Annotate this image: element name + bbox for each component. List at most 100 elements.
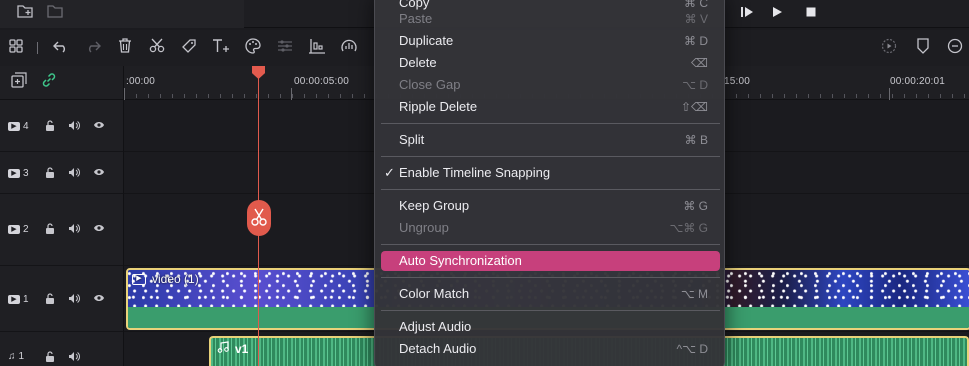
- track-header-video-2: ▶ 2: [0, 194, 124, 266]
- menu-separator: [381, 244, 720, 245]
- audio-clip-title: v1: [235, 341, 249, 356]
- track-label: ▶ 4: [8, 121, 29, 132]
- shield-icon[interactable]: [912, 38, 934, 58]
- eye-icon[interactable]: [92, 120, 106, 133]
- color-icon[interactable]: [242, 38, 264, 58]
- menu-separator: [381, 277, 720, 278]
- eye-icon[interactable]: [92, 223, 106, 236]
- speed-icon[interactable]: [338, 38, 360, 58]
- grid-icon[interactable]: [5, 38, 27, 58]
- track-number: 2: [23, 224, 29, 235]
- speaker-icon[interactable]: [67, 293, 81, 307]
- video-clip-title: video (1): [152, 272, 199, 286]
- audio-clip-icon: [217, 341, 229, 356]
- add-track-icon[interactable]: [8, 72, 30, 92]
- menu-item-label: Paste: [399, 11, 433, 26]
- track-number: 3: [23, 168, 29, 179]
- folder-icon[interactable]: [44, 3, 66, 23]
- speaker-icon[interactable]: [67, 351, 81, 365]
- menu-item-shortcut: ⌘ D: [684, 34, 708, 48]
- video-track-icon: ▶: [8, 169, 20, 178]
- video-track-icon: ▶: [8, 122, 20, 131]
- menu-separator: [381, 156, 720, 157]
- menu-item-shortcut: ⌥ D: [682, 78, 708, 92]
- stop-icon[interactable]: [800, 3, 822, 23]
- lock-icon[interactable]: [43, 351, 57, 365]
- track-header-audio-1: ♫ 1: [0, 332, 124, 366]
- menu-item-paste[interactable]: Paste ⌘ V: [381, 9, 720, 29]
- ruler-label-0: :00:00: [126, 76, 156, 87]
- menu-item-label: Ungroup: [399, 220, 449, 235]
- playhead-split-icon[interactable]: [247, 200, 271, 236]
- menu-item-shortcut: ⇧⌫: [680, 100, 708, 114]
- undo-icon[interactable]: [50, 38, 72, 58]
- menu-item-ungroup[interactable]: Ungroup ⌥⌘ G: [381, 218, 720, 238]
- text-icon[interactable]: [210, 38, 232, 58]
- menu-item-label: Enable Timeline Snapping: [399, 165, 551, 180]
- lock-icon[interactable]: [43, 167, 57, 181]
- new-folder-icon[interactable]: [14, 3, 36, 23]
- tag-icon[interactable]: [178, 38, 200, 58]
- link-icon[interactable]: [38, 72, 60, 92]
- lock-icon[interactable]: [43, 120, 57, 134]
- step-icon[interactable]: [736, 3, 758, 23]
- context-menu: Copy ⌘ C Paste ⌘ V Duplicate ⌘ D Delete …: [374, 0, 725, 366]
- speaker-icon[interactable]: [67, 223, 81, 237]
- menu-item-duplicate[interactable]: Duplicate ⌘ D: [381, 31, 720, 51]
- menu-item-shortcut: ⌘ B: [684, 133, 708, 147]
- redo-icon[interactable]: [82, 38, 104, 58]
- track-header-video-1: ▶ 1: [0, 266, 124, 332]
- menu-item-shortcut: ^⌥ D: [676, 342, 708, 356]
- media-panel-header: [0, 0, 244, 28]
- menu-separator: [381, 189, 720, 190]
- menu-item-shortcut: ⌥⌘ G: [669, 221, 709, 235]
- adjust-icon[interactable]: [274, 38, 296, 58]
- video-clip-header: ▶ video (1): [132, 272, 199, 286]
- menu-item-label: Auto Synchronization: [399, 253, 522, 268]
- eye-icon[interactable]: [92, 167, 106, 180]
- eye-icon[interactable]: [92, 293, 106, 306]
- menu-item-shortcut: ⌘ V: [684, 12, 708, 26]
- video-track-icon: ▶: [8, 225, 20, 234]
- track-label: ♫ 1: [8, 351, 24, 362]
- menu-separator: [381, 310, 720, 311]
- cut-icon[interactable]: [146, 38, 168, 58]
- speaker-icon[interactable]: [67, 120, 81, 134]
- menu-item-label: Duplicate: [399, 33, 454, 48]
- play-icon[interactable]: [766, 3, 788, 23]
- track-number: 4: [23, 121, 29, 132]
- menu-item-label: Delete: [399, 55, 437, 70]
- ruler-label-1: 00:00:05:00: [294, 76, 350, 87]
- track-header-video-3: ▶ 3: [0, 152, 124, 194]
- menu-item-delete[interactable]: Delete ⌫: [381, 53, 720, 73]
- menu-item-enable-timeline-snapping[interactable]: ✓ Enable Timeline Snapping: [381, 163, 720, 183]
- track-number: 1: [18, 351, 25, 362]
- menu-item-label: Ripple Delete: [399, 99, 478, 114]
- menu-item-detach-audio[interactable]: Detach Audio ^⌥ D: [381, 339, 720, 359]
- menu-item-keep-group[interactable]: Keep Group ⌘ G: [381, 196, 720, 216]
- track-header-video-4: ▶ 4: [0, 100, 124, 152]
- ruler-major-tick: [124, 88, 125, 100]
- lock-icon[interactable]: [43, 293, 57, 307]
- menu-item-label: Adjust Audio: [399, 319, 472, 334]
- ruler-label-3: 00:00:20:01: [890, 76, 946, 87]
- track-number: 1: [23, 294, 29, 305]
- ruler-major-tick: [889, 88, 890, 100]
- checkmark-icon: ✓: [384, 165, 395, 180]
- menu-item-label: Color Match: [399, 286, 470, 301]
- menu-item-split[interactable]: Split ⌘ B: [381, 130, 720, 150]
- audio-mixer-icon[interactable]: [306, 38, 328, 58]
- lock-icon[interactable]: [43, 223, 57, 237]
- speaker-icon[interactable]: [67, 167, 81, 181]
- menu-item-close-gap[interactable]: Close Gap ⌥ D: [381, 75, 720, 95]
- menu-item-auto-synchronization[interactable]: Auto Synchronization: [381, 251, 720, 271]
- menu-item-color-match[interactable]: Color Match ⌥ M: [381, 284, 720, 304]
- delete-icon[interactable]: [114, 38, 136, 58]
- ruler-major-tick: [291, 88, 292, 100]
- zoom-out-icon[interactable]: [944, 38, 966, 58]
- render-icon[interactable]: [878, 38, 900, 58]
- menu-item-ripple-delete[interactable]: Ripple Delete ⇧⌫: [381, 97, 720, 117]
- menu-item-adjust-audio[interactable]: Adjust Audio: [381, 317, 720, 337]
- menu-item-label: Detach Audio: [399, 341, 477, 356]
- track-label: ▶ 2: [8, 224, 29, 235]
